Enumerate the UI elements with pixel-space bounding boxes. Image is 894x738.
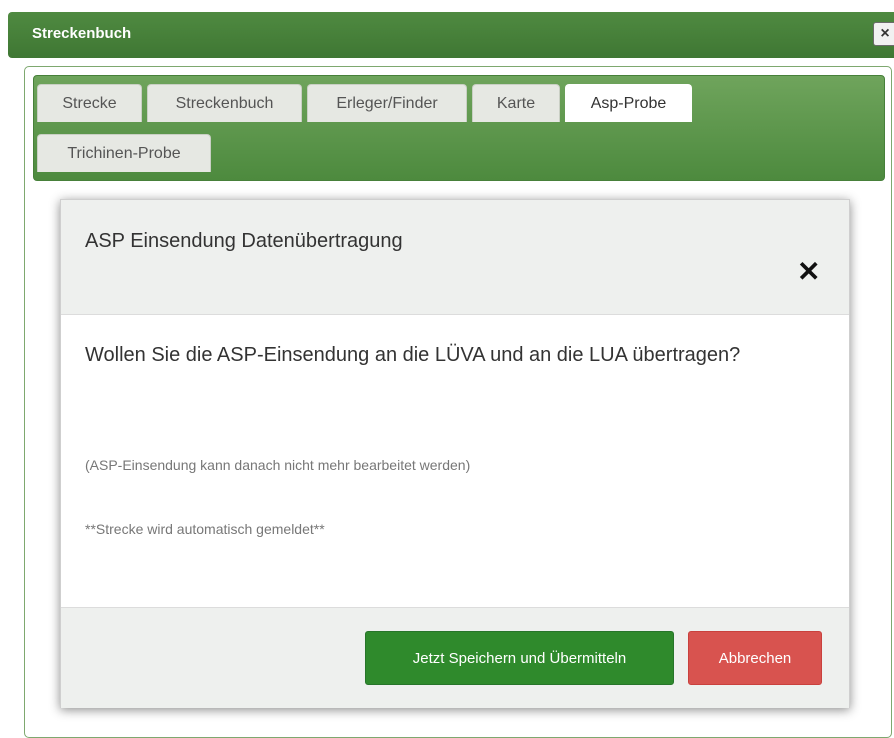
dialog-header: ASP Einsendung Datenübertragung ✕ [61, 200, 849, 315]
dialog-question: Wollen Sie die ASP-Einsendung an die LÜV… [85, 344, 741, 366]
tab-bar: Strecke Streckenbuch Erleger/Finder Kart… [33, 75, 885, 181]
dialog-title: ASP Einsendung Datenübertragung [85, 230, 403, 252]
dialog-note-auto-report: **Strecke wird automatisch gemeldet** [85, 521, 325, 537]
dialog-footer: Jetzt Speichern und Übermitteln Abbreche… [61, 607, 849, 708]
tab-streckenbuch[interactable]: Streckenbuch [147, 84, 302, 122]
tab-erleger-finder[interactable]: Erleger/Finder [307, 84, 467, 122]
tab-karte[interactable]: Karte [472, 84, 560, 122]
asp-confirm-dialog: ASP Einsendung Datenübertragung ✕ Wollen… [60, 199, 850, 708]
cancel-button[interactable]: Abbrechen [688, 631, 822, 685]
tab-trichinen-probe[interactable]: Trichinen-Probe [37, 134, 211, 172]
window-close-button[interactable]: × [873, 22, 894, 46]
streckenbuch-window: Streckenbuch × Strecke Streckenbuch Erle… [8, 0, 894, 738]
tab-strecke[interactable]: Strecke [37, 84, 142, 122]
tab-asp-probe[interactable]: Asp-Probe [565, 84, 692, 122]
close-icon: × [880, 25, 890, 42]
close-icon[interactable]: ✕ [797, 258, 820, 286]
save-and-transmit-button[interactable]: Jetzt Speichern und Übermitteln [365, 631, 674, 685]
window-titlebar: Streckenbuch × [8, 12, 894, 58]
window-title: Streckenbuch [32, 25, 132, 42]
dialog-note-no-edit: (ASP-Einsendung kann danach nicht mehr b… [85, 457, 471, 473]
